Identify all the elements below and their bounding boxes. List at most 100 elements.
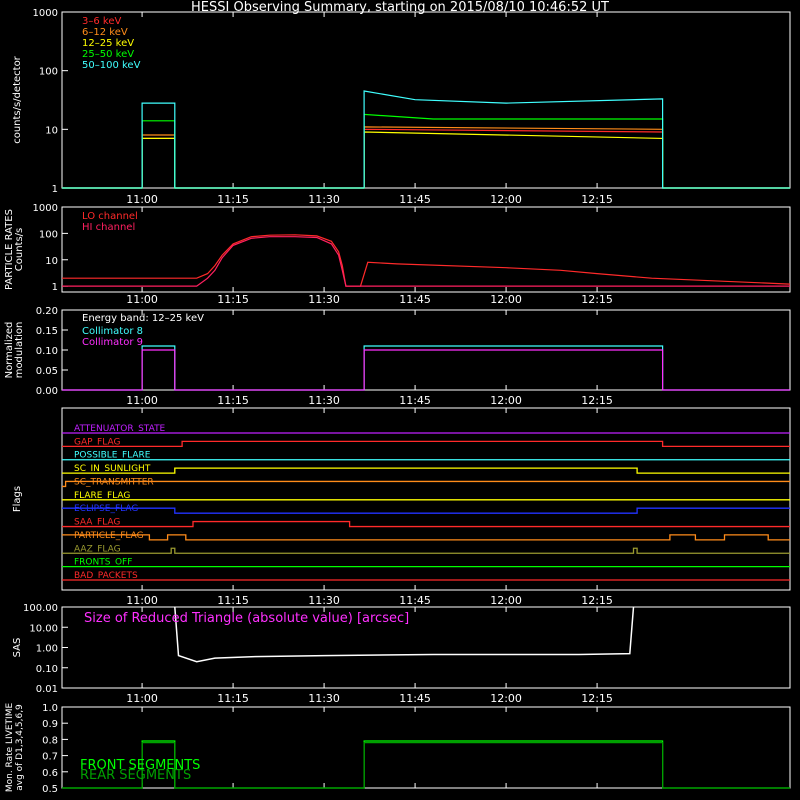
flag-line [62, 507, 790, 514]
legend-entry: 3–6 keV [82, 16, 121, 27]
y-tick-label: 1.0 [42, 703, 58, 714]
y-tick-label: 0.01 [36, 684, 58, 695]
y-tick-label: 0.10 [36, 664, 58, 675]
x-tick-label: 11:45 [399, 692, 431, 705]
series-line [62, 349, 790, 391]
x-tick-label: 12:15 [581, 394, 613, 407]
flag-line [62, 534, 790, 541]
legend-entry: 25–50 keV [82, 49, 134, 60]
y-tick-label: 0.6 [42, 768, 58, 779]
y-tick-label: 1.00 [36, 644, 58, 655]
x-tick-label: 12:15 [581, 594, 613, 607]
series-line [62, 90, 790, 189]
x-tick-label: 11:45 [399, 594, 431, 607]
legend-entry: LO channel [82, 211, 138, 222]
annotation: Energy band: 12–25 keV [82, 313, 204, 324]
x-tick-label: 11:00 [126, 193, 158, 206]
y-axis-label: avg of D1,3,4,5,6,9 [15, 704, 25, 791]
panel-title: Size of Reduced Triangle (absolute value… [84, 611, 409, 626]
x-tick-label: 11:00 [126, 394, 158, 407]
panel-count_rates [61, 11, 791, 189]
x-tick-label: 12:15 [581, 193, 613, 206]
y-tick-label: 0.8 [42, 735, 58, 746]
flag-label: SC_TRANSMITTER [74, 477, 154, 487]
y-tick-label: 1 [52, 282, 58, 293]
y-tick-label: 1000 [33, 203, 58, 214]
y-axis-label: modulation [14, 322, 25, 379]
x-tick-label: 12:00 [490, 692, 522, 705]
x-tick-label: 11:15 [217, 594, 249, 607]
x-tick-label: 11:00 [126, 293, 158, 306]
y-axis-label: Counts/s [14, 228, 25, 272]
y-axis-label: Mon. Rate LIVETIME [5, 703, 15, 793]
x-tick-label: 11:45 [399, 193, 431, 206]
y-tick-label: 0.5 [42, 784, 58, 795]
flag-label: GAP_FLAG [74, 437, 120, 447]
y-tick-label: 0.05 [36, 366, 58, 377]
x-tick-label: 12:00 [490, 594, 522, 607]
legend-entry: 6–12 keV [82, 27, 128, 38]
x-tick-label: 11:00 [126, 692, 158, 705]
x-tick-label: 11:30 [308, 293, 340, 306]
y-tick-label: 100 [39, 229, 58, 240]
flag-label: SAA_FLAG [74, 518, 120, 528]
flag-line [62, 480, 790, 488]
y-tick-label: 1 [52, 184, 58, 195]
y-tick-label: 10 [45, 125, 58, 136]
flag-line [62, 520, 790, 528]
x-tick-label: 11:00 [126, 594, 158, 607]
panel-flags [61, 407, 791, 591]
legend-entry: Collimator 9 [82, 337, 143, 348]
y-axis-label: counts/s/detector [12, 55, 23, 143]
legend-entry: HI channel [82, 222, 135, 233]
legend-entry: Collimator 8 [82, 326, 143, 337]
flag-label: BAD_PACKETS [74, 571, 138, 581]
x-tick-label: 11:30 [308, 594, 340, 607]
y-axis-label: Flags [12, 486, 23, 512]
flag-label: ECLIPSE_FLAG [74, 504, 138, 514]
flag-label: ATTENUATOR_STATE [74, 424, 166, 434]
x-tick-label: 11:45 [399, 394, 431, 407]
x-tick-label: 11:30 [308, 692, 340, 705]
x-tick-label: 11:15 [217, 692, 249, 705]
flag-label: POSSIBLE_FLARE [74, 451, 151, 461]
panel-frame [61, 407, 791, 591]
flag-label: AAZ_FLAG [74, 544, 121, 554]
x-tick-label: 12:00 [490, 193, 522, 206]
y-tick-label: 1000 [33, 8, 58, 19]
x-tick-label: 12:15 [581, 692, 613, 705]
series-line [62, 113, 790, 189]
flag-line [62, 440, 790, 448]
flag-label: FLARE_FLAG [74, 491, 130, 501]
x-tick-label: 12:00 [490, 293, 522, 306]
series-line [62, 126, 790, 189]
x-tick-label: 11:30 [308, 394, 340, 407]
legend-entry: REAR SEGMENTS [80, 768, 191, 783]
x-tick-label: 11:15 [217, 293, 249, 306]
legend-entry: 50–100 keV [82, 60, 141, 71]
panel-particle_rates [61, 206, 791, 293]
hessi-summary-plot: 11:00 11:15 11:30 11:45 12:00 12:151101001000… [4, 8, 791, 795]
y-tick-label: 0.00 [36, 386, 58, 397]
x-tick-label: 11:30 [308, 193, 340, 206]
flag-line [62, 547, 790, 554]
y-tick-label: 100 [39, 67, 58, 78]
legend-entry: 12–25 keV [82, 38, 134, 49]
y-axis-label: SAS [12, 638, 23, 658]
x-tick-label: 12:00 [490, 394, 522, 407]
y-tick-label: 10.00 [29, 623, 58, 634]
y-tick-label: 0.10 [36, 346, 58, 357]
y-tick-label: 0.15 [36, 326, 58, 337]
y-tick-label: 0.7 [42, 752, 58, 763]
flag-line [62, 467, 790, 474]
x-tick-label: 12:15 [581, 293, 613, 306]
x-tick-label: 11:15 [217, 394, 249, 407]
flag-label: PARTICLE_FLAG [74, 531, 144, 541]
y-tick-label: 0.20 [36, 306, 58, 317]
series-line [62, 345, 790, 391]
series-line [62, 131, 790, 189]
flag-label: SC_IN_SUNLIGHT [74, 464, 151, 474]
y-tick-label: 10 [45, 256, 58, 267]
y-tick-label: 100.00 [23, 603, 58, 614]
x-tick-label: 11:45 [399, 293, 431, 306]
